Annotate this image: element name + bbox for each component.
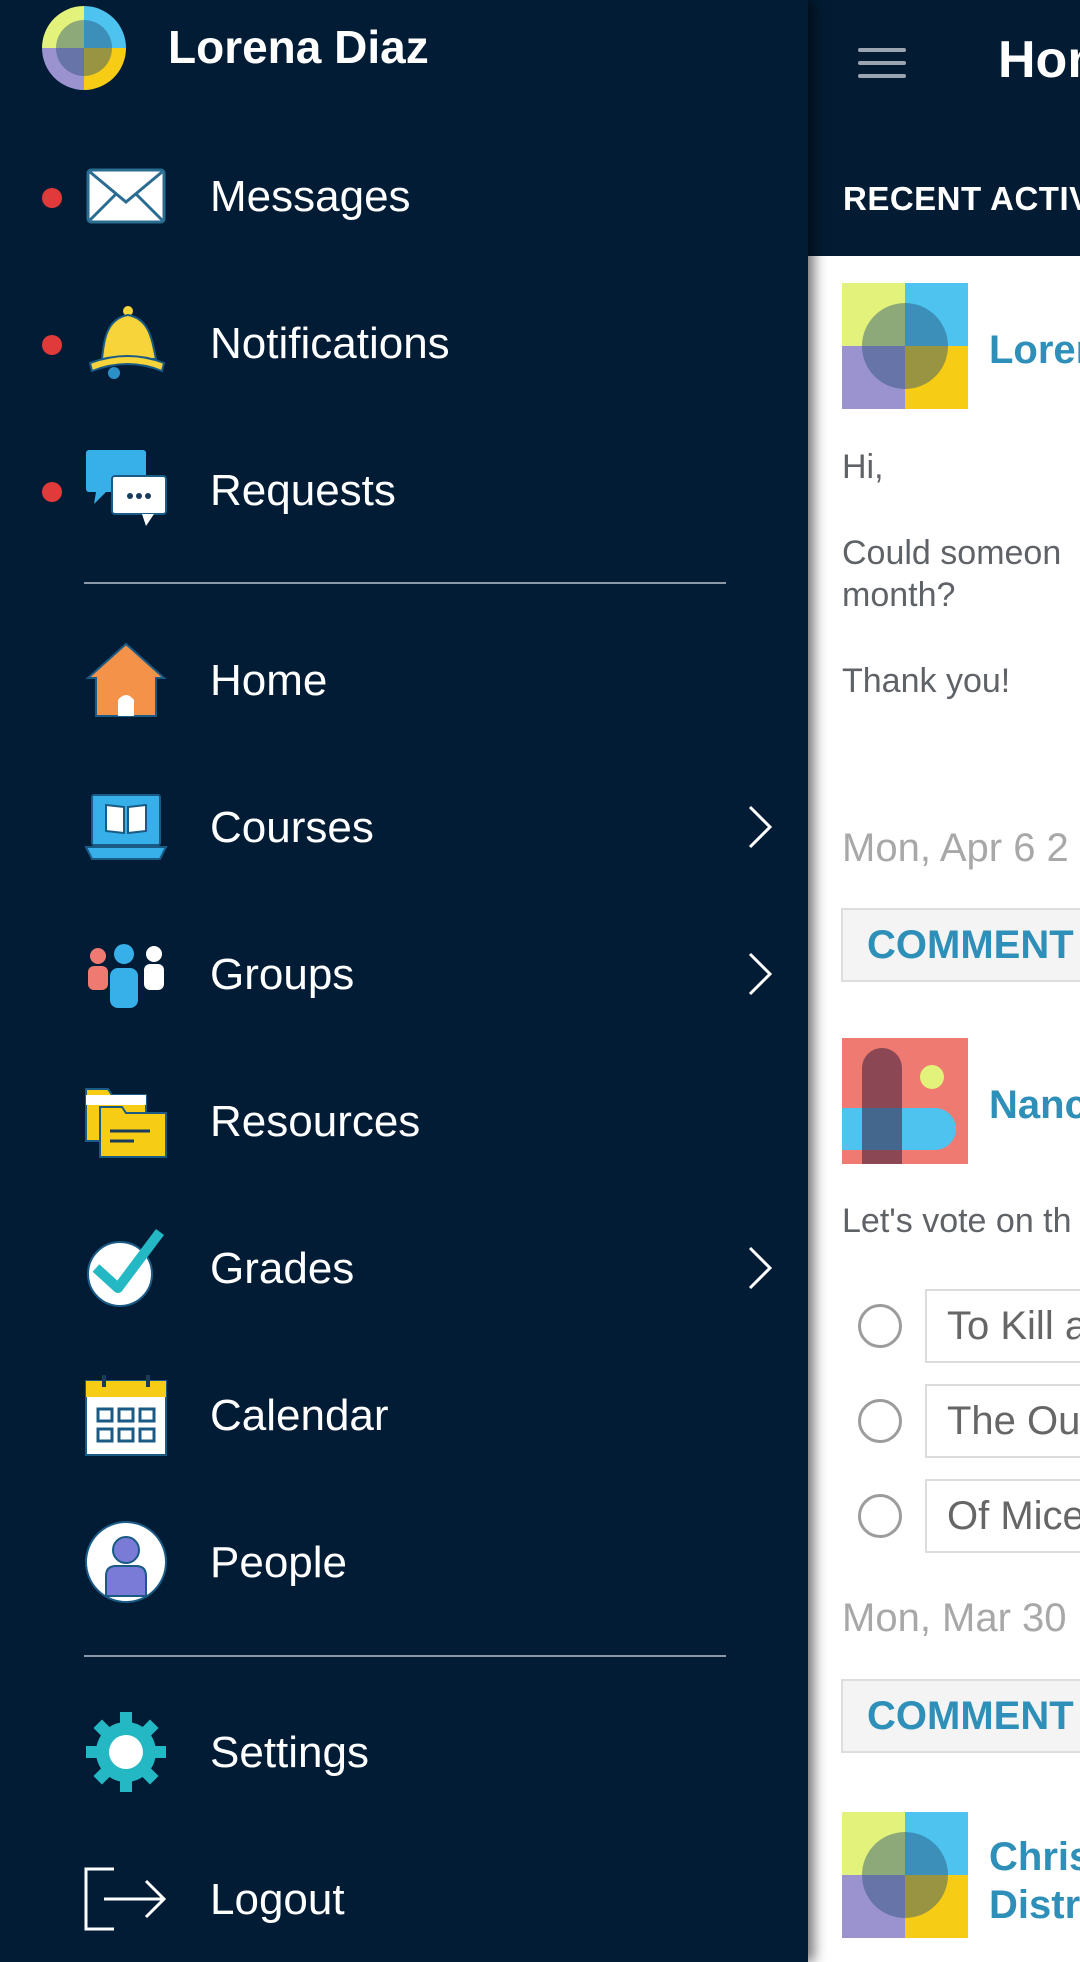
menu-item-label: Notifications	[210, 319, 450, 368]
user-name[interactable]: Lorena Diaz	[168, 20, 429, 74]
post-date: Mon, Apr 6 2	[842, 826, 1069, 870]
unread-dot	[42, 482, 62, 502]
post-avatar[interactable]	[842, 1812, 968, 1938]
poll-option[interactable]: The Ou	[925, 1384, 1080, 1458]
calendar-icon	[85, 1375, 167, 1456]
menu-item-label: Settings	[210, 1728, 369, 1777]
menu-item-logout[interactable]: Logout	[0, 1839, 808, 1959]
menu-item-label: Grades	[210, 1244, 355, 1293]
menu-item-requests[interactable]: Requests	[0, 430, 808, 550]
activity-feed[interactable]: Loren Hi, Could someon month? Thank you!…	[808, 256, 1080, 1962]
chevron-right-icon[interactable]	[738, 805, 782, 849]
section-title: RECENT ACTIV	[843, 180, 1080, 217]
menu-item-settings[interactable]: Settings	[0, 1692, 808, 1812]
menu-divider	[84, 1655, 726, 1657]
menu-item-home[interactable]: Home	[0, 620, 808, 740]
envelope-icon	[86, 168, 166, 224]
navigation-drawer[interactable]: Lorena Diaz Messages Notifications Reque…	[0, 0, 808, 1962]
people-group-icon	[88, 944, 164, 1008]
post-text-line: Thank you!	[842, 662, 1011, 700]
post-text-line: Let's vote on th	[842, 1202, 1072, 1240]
menu-item-label: Requests	[210, 466, 396, 515]
logout-icon	[84, 1867, 167, 1931]
folders-icon	[85, 1088, 167, 1158]
menu-item-people[interactable]: People	[0, 1502, 808, 1622]
menu-item-label: Home	[210, 656, 328, 705]
menu-item-calendar[interactable]: Calendar	[0, 1355, 808, 1475]
checkmark-icon	[87, 1229, 164, 1307]
menu-item-label: People	[210, 1538, 348, 1587]
comment-button[interactable]: COMMENT	[841, 1679, 1080, 1753]
poll-option[interactable]: To Kill a	[925, 1289, 1080, 1363]
poll-option[interactable]: Of Mice	[925, 1479, 1080, 1553]
post-author[interactable]: Nanc	[989, 1081, 1080, 1129]
menu-item-grades[interactable]: Grades	[0, 1208, 808, 1328]
main-header: Hon RECENT ACTIV	[808, 0, 1080, 256]
user-avatar[interactable]	[42, 6, 126, 90]
post-author-line[interactable]: Distr	[989, 1881, 1080, 1929]
menu-divider	[84, 582, 726, 584]
menu-item-courses[interactable]: Courses	[0, 767, 808, 887]
chat-bubbles-icon	[86, 450, 167, 526]
menu-item-messages[interactable]: Messages	[0, 136, 808, 256]
chevron-right-icon[interactable]	[738, 952, 782, 996]
chevron-right-icon[interactable]	[738, 1246, 782, 1290]
main-page: Hon RECENT ACTIV Loren Hi, Could someon …	[808, 0, 1080, 1962]
hamburger-menu-icon[interactable]	[858, 48, 906, 78]
post-text-line: Hi,	[842, 448, 884, 486]
menu-item-label: Messages	[210, 172, 411, 221]
poll-radio[interactable]	[858, 1304, 902, 1348]
menu-item-label: Logout	[210, 1875, 345, 1924]
post-avatar[interactable]	[842, 283, 968, 409]
unread-dot	[42, 188, 62, 208]
menu-item-groups[interactable]: Groups	[0, 914, 808, 1034]
post-text-line: Could someon	[842, 534, 1062, 572]
post-date: Mon, Mar 30	[842, 1596, 1067, 1640]
bell-icon	[88, 306, 166, 379]
menu-item-label: Calendar	[210, 1391, 389, 1440]
menu-item-notifications[interactable]: Notifications	[0, 283, 808, 403]
house-icon	[85, 642, 167, 717]
menu-item-resources[interactable]: Resources	[0, 1061, 808, 1181]
person-icon	[85, 1521, 167, 1603]
menu-item-label: Courses	[210, 803, 374, 852]
laptop-book-icon	[84, 794, 168, 860]
menu-item-label: Groups	[210, 950, 355, 999]
post-author[interactable]: Chris	[989, 1833, 1080, 1881]
post-avatar[interactable]	[842, 1038, 968, 1164]
page-title: Hon	[998, 31, 1080, 89]
comment-button[interactable]: COMMENT	[841, 908, 1080, 982]
menu-item-label: Resources	[210, 1097, 421, 1146]
gear-icon	[86, 1712, 166, 1792]
poll-radio[interactable]	[858, 1399, 902, 1443]
poll-radio[interactable]	[858, 1494, 902, 1538]
unread-dot	[42, 335, 62, 355]
post-text-line: month?	[842, 576, 956, 614]
post-author[interactable]: Loren	[989, 326, 1080, 374]
